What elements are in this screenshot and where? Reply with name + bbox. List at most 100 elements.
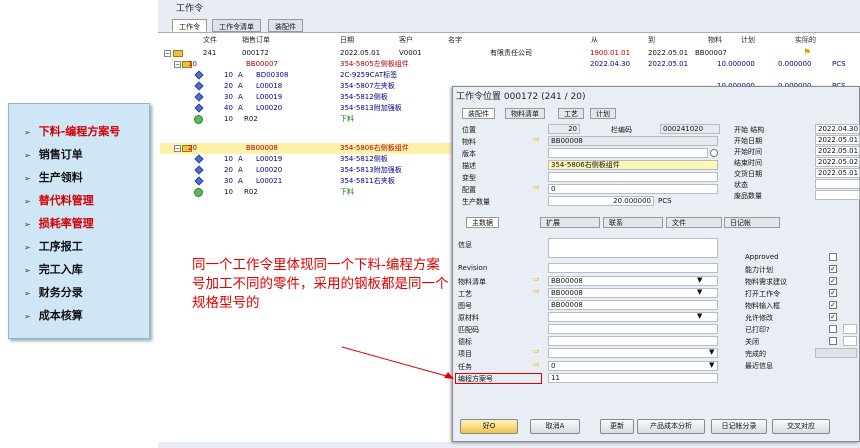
subtab-contact[interactable]: 联系	[603, 217, 663, 228]
dropdown-arrow-icon[interactable]: ▼	[697, 312, 702, 320]
root-from: 1900.01.01	[590, 49, 631, 57]
item-type: A	[238, 166, 243, 174]
item-type: A	[238, 155, 243, 163]
dropdown-arrow-icon[interactable]: ▼	[709, 348, 714, 356]
drawing-field[interactable]: BB00008	[548, 300, 718, 310]
dropdown-arrow-icon[interactable]: ▼	[697, 288, 702, 296]
link-arrow-icon[interactable]: ⇨	[533, 347, 540, 357]
right-field-value[interactable]: 2022.05.01	[815, 135, 860, 145]
dialog-button-4[interactable]: 日记帐分录	[711, 419, 767, 434]
bom-field[interactable]: BB00008	[548, 276, 718, 286]
dialog-button-5[interactable]: 交叉对应	[772, 419, 830, 434]
right-field-value[interactable]: 2022.05.01	[815, 168, 860, 178]
right-field-value[interactable]: 2022.05.02	[815, 157, 860, 167]
group-code: BB00007	[246, 60, 278, 68]
flag-label: 关闭	[745, 338, 759, 346]
checkbox[interactable]: ✓	[829, 265, 837, 273]
program-number-field[interactable]: 11	[548, 373, 718, 383]
quantity-label: 生产数量	[462, 198, 490, 206]
task-field[interactable]: 0	[548, 361, 718, 371]
checkbox[interactable]	[829, 325, 837, 333]
link-arrow-icon[interactable]: ⇨	[533, 287, 540, 297]
menu-item-5[interactable]: ➢ 工序报工	[24, 238, 83, 254]
checkbox[interactable]: ✓	[829, 277, 837, 285]
subtab-extension[interactable]: 扩展	[540, 217, 600, 228]
item-desc: 354-5811右夹板	[340, 177, 395, 185]
raw-material-field[interactable]	[548, 312, 718, 322]
menu-item-8[interactable]: ➢ 成本核算	[24, 307, 83, 323]
tab-work-order[interactable]: 工作令	[172, 19, 207, 32]
tab-work-order-list[interactable]: 工作令清单	[212, 19, 261, 32]
position-field: 20	[548, 124, 580, 134]
dialog-button-0[interactable]: 好O	[460, 419, 518, 434]
table-row[interactable]: 20 A L00018 354-5807左夹板	[160, 81, 860, 92]
item-desc: 354-5813附加强板	[340, 104, 402, 112]
subtab-journal[interactable]: 日记帐	[724, 217, 780, 228]
header-to: 到	[648, 36, 655, 44]
routing-label: 工艺	[458, 290, 472, 298]
right-field-value[interactable]: 2022.05.01	[815, 146, 860, 156]
header-actual: 实际的	[795, 36, 816, 44]
root-file: 241	[203, 49, 217, 57]
right-field-value[interactable]	[815, 190, 860, 200]
table-row[interactable]: − 241 000172 2022.05.01 V0001 有限责任公司 190…	[160, 48, 860, 59]
checkbox[interactable]: ✓	[829, 313, 837, 321]
checkbox[interactable]	[829, 337, 837, 345]
checkbox[interactable]: ✓	[829, 289, 837, 297]
collapse-icon[interactable]: −	[164, 50, 171, 57]
table-row[interactable]: 30 A L00019 354-5812侧板	[160, 92, 860, 103]
menu-arrow-icon: ➢	[24, 243, 31, 252]
subtab-file[interactable]: 文件	[666, 217, 722, 228]
right-field-label: 开始日期	[734, 137, 762, 145]
item-desc: 354-5812侧板	[340, 155, 388, 163]
menu-item-7[interactable]: ➢ 财务分录	[24, 284, 83, 300]
item-type: A	[238, 104, 243, 112]
right-field-value[interactable]: 2022.04.30	[815, 124, 860, 134]
link-arrow-icon[interactable]: ⇨	[533, 360, 540, 370]
match-code-field[interactable]	[548, 324, 718, 334]
header-file: 文件	[203, 36, 217, 44]
collapse-icon[interactable]: −	[174, 61, 181, 68]
flag-label: 能力计划	[745, 266, 773, 274]
mark-field[interactable]	[548, 336, 718, 346]
root-to: 2022.05.01	[648, 49, 689, 57]
revision-field[interactable]	[548, 263, 718, 273]
dialog-button-1[interactable]: 取消A	[530, 419, 580, 434]
menu-item-label: 替代料管理	[38, 194, 94, 207]
table-row[interactable]: 10 A BD00308 2C-9259CAT标签	[160, 70, 860, 81]
table-row[interactable]: 10 R02 下料	[160, 114, 860, 125]
info-field[interactable]	[548, 238, 718, 258]
right-field-value[interactable]	[815, 179, 860, 189]
flag-label: 已打印?	[745, 326, 770, 334]
item-type: A	[238, 71, 243, 79]
group-desc: 354-5806右侧板组件	[340, 144, 409, 152]
item-code: BD00308	[256, 71, 289, 79]
table-row[interactable]: 40 A L00020 354-5813附加强板	[160, 103, 860, 114]
menu-item-3[interactable]: ➢ 替代料管理	[24, 192, 94, 208]
routing-field[interactable]: BB00008	[548, 288, 718, 298]
root-name: 有限责任公司	[490, 49, 532, 57]
dialog-button-3[interactable]: 产品成本分析	[637, 419, 705, 434]
dialog-button-2[interactable]: 更新	[600, 419, 634, 434]
item-num: 10	[224, 115, 233, 123]
link-arrow-icon[interactable]: ⇨	[533, 275, 540, 285]
table-row[interactable]: − 10 BB00007 354-5805左侧板组件 2022.04.30 20…	[160, 59, 860, 70]
checkbox[interactable]	[829, 253, 837, 261]
menu-item-1[interactable]: ➢ 销售订单	[24, 146, 83, 162]
tab-assembly[interactable]: 装配件	[268, 19, 303, 32]
collapse-icon[interactable]: −	[174, 145, 181, 152]
link-arrow-icon[interactable]: ⇨	[533, 135, 540, 145]
menu-item-0[interactable]: ➢ 下料-编程方案号	[24, 123, 120, 139]
menu-item-4[interactable]: ➢ 损耗率管理	[24, 215, 94, 231]
checkbox[interactable]: ✓	[829, 301, 837, 309]
material-label: 物料	[462, 138, 476, 146]
header-date: 日期	[340, 36, 354, 44]
menu-item-6[interactable]: ➢ 完工入库	[24, 261, 83, 277]
subtab-main-data[interactable]: 主数据	[466, 217, 499, 228]
group-num: 20	[188, 144, 197, 152]
project-field[interactable]	[548, 348, 718, 358]
menu-item-2[interactable]: ➢ 生产领料	[24, 169, 83, 185]
dropdown-arrow-icon[interactable]: ▼	[709, 361, 714, 369]
dropdown-arrow-icon[interactable]: ▼	[697, 276, 702, 284]
component-icon	[194, 176, 204, 186]
